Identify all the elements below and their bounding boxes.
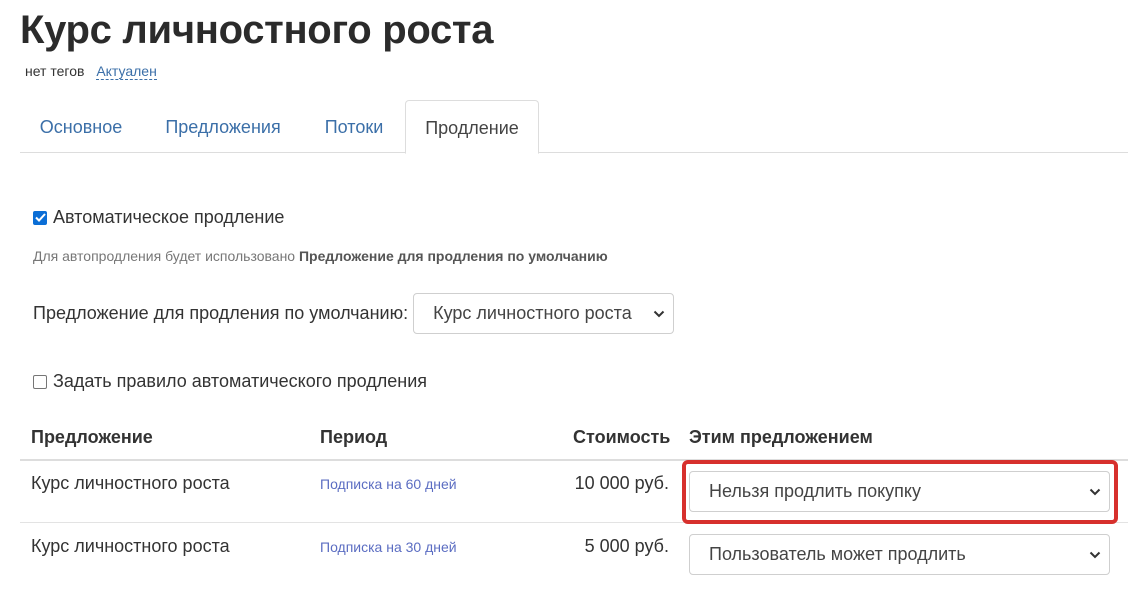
auto-renewal-label: Автоматическое продление xyxy=(53,207,285,227)
tab-main[interactable]: Основное xyxy=(20,100,142,153)
row-action-select[interactable]: Пользователь может продлить xyxy=(689,534,1110,575)
row-offer: Курс личностного роста xyxy=(31,473,230,493)
default-offer-label: Предложение для продления по умолчанию: xyxy=(33,303,409,323)
auto-renewal-hint: Для автопродления будет использовано Пре… xyxy=(33,248,608,264)
hint-prefix: Для автопродления будет использовано xyxy=(33,248,299,264)
tab-offers[interactable]: Предложения xyxy=(142,100,304,153)
renewal-rule-checkbox[interactable] xyxy=(33,374,47,389)
chevron-down-icon xyxy=(1089,551,1101,558)
header-offer: Предложение xyxy=(31,427,153,447)
chevron-down-icon xyxy=(653,310,665,317)
row-period-link[interactable]: Подписка на 60 дней xyxy=(320,476,457,492)
row-action-value: Пользователь может продлить xyxy=(709,544,966,564)
header-period: Период xyxy=(320,427,388,447)
page-title: Курс личностного роста xyxy=(20,8,494,52)
header-cost: Стоимость xyxy=(573,427,671,447)
renewal-rule-label: Задать правило автоматического продления xyxy=(53,371,428,391)
auto-renewal-checkbox[interactable] xyxy=(33,210,47,225)
default-offer-value: Курс личностного роста xyxy=(433,303,632,323)
tab-renewal[interactable]: Продление xyxy=(405,100,539,154)
page: Курс личностного роста нет тегов Актуале… xyxy=(0,0,1128,614)
checkmark-icon xyxy=(34,213,46,222)
status-link[interactable]: Актуален xyxy=(96,63,157,80)
default-offer-select[interactable]: Курс личностного роста xyxy=(413,293,675,334)
row-cost: 5 000 руб. xyxy=(584,536,669,556)
highlight-frame xyxy=(682,460,1118,524)
page-meta: нет тегов Актуален xyxy=(25,63,157,80)
auto-renewal-row: Автоматическое продление xyxy=(33,207,284,228)
tab-bar: Основное Предложения Потоки Продление xyxy=(20,100,1128,154)
tags-text: нет тегов xyxy=(25,63,85,79)
row-cost: 10 000 руб. xyxy=(574,473,669,493)
row-offer: Курс личностного роста xyxy=(31,536,230,556)
row-period-link[interactable]: Подписка на 30 дней xyxy=(320,539,457,555)
header-action: Этим предложением xyxy=(689,427,873,447)
default-offer-row: Предложение для продления по умолчанию: … xyxy=(33,293,675,334)
hint-bold: Предложение для продления по умолчанию xyxy=(298,248,608,264)
tab-streams[interactable]: Потоки xyxy=(304,100,404,153)
renewal-rule-row: Задать правило автоматического продления xyxy=(33,371,427,392)
